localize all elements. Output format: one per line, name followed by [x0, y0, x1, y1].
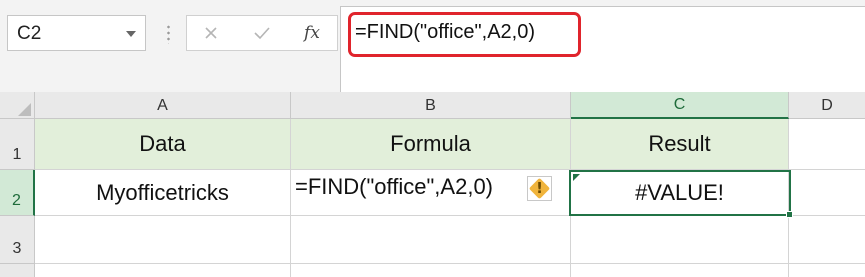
select-all-button[interactable]: [0, 92, 35, 119]
column-header-b[interactable]: B: [291, 92, 571, 119]
cell-a2[interactable]: Myofficetricks: [35, 170, 291, 216]
cancel-button[interactable]: [197, 20, 225, 46]
row-number: 3: [12, 240, 22, 257]
cell-c3[interactable]: [571, 216, 789, 264]
chevron-down-icon[interactable]: [126, 31, 136, 37]
cell-b3[interactable]: [291, 216, 571, 264]
name-box-value: C2: [17, 23, 42, 44]
active-cell-border: [569, 170, 791, 216]
cell-b1[interactable]: Formula: [291, 119, 571, 170]
formula-bar-area: C2 fx =FIND("office",A2,0): [0, 0, 865, 92]
formula-highlight-box: [348, 12, 581, 57]
cell-a1[interactable]: Data: [35, 119, 291, 170]
cell-a3[interactable]: [35, 216, 291, 264]
row-number: 1: [12, 146, 22, 163]
select-all-icon: [18, 103, 31, 116]
cell-d3[interactable]: [789, 216, 865, 264]
cell-c4[interactable]: [571, 264, 789, 277]
resize-handle-icon[interactable]: [167, 24, 170, 44]
row-header-3[interactable]: 3: [0, 216, 35, 264]
checkmark-icon: [254, 27, 270, 40]
spreadsheet-grid: A B C D 1 2 3 Data Formula Result Myoffi…: [0, 92, 865, 277]
row-header-4[interactable]: [0, 264, 35, 277]
column-header-d[interactable]: D: [789, 92, 865, 119]
name-box[interactable]: C2: [7, 15, 146, 51]
cell-d2[interactable]: [789, 170, 865, 216]
column-header-a[interactable]: A: [35, 92, 291, 119]
column-header-c[interactable]: C: [571, 92, 789, 119]
error-smart-tag-button[interactable]: !: [527, 176, 552, 201]
formula-buttons: fx: [186, 15, 338, 51]
close-icon: [205, 27, 217, 39]
fx-icon: fx: [304, 23, 320, 43]
row-header-2[interactable]: 2: [0, 170, 35, 216]
fill-handle[interactable]: [786, 211, 793, 218]
column-header-row: A B C D: [0, 92, 865, 119]
cell-d1[interactable]: [789, 119, 865, 170]
enter-button[interactable]: [248, 20, 276, 46]
row-number: 2: [12, 192, 21, 209]
insert-function-button[interactable]: fx: [298, 20, 326, 46]
warning-icon-mark: !: [536, 179, 543, 197]
cell-b4[interactable]: [291, 264, 571, 277]
row-header-1[interactable]: 1: [0, 119, 35, 170]
cell-c1[interactable]: Result: [571, 119, 789, 170]
cell-a4[interactable]: [35, 264, 291, 277]
